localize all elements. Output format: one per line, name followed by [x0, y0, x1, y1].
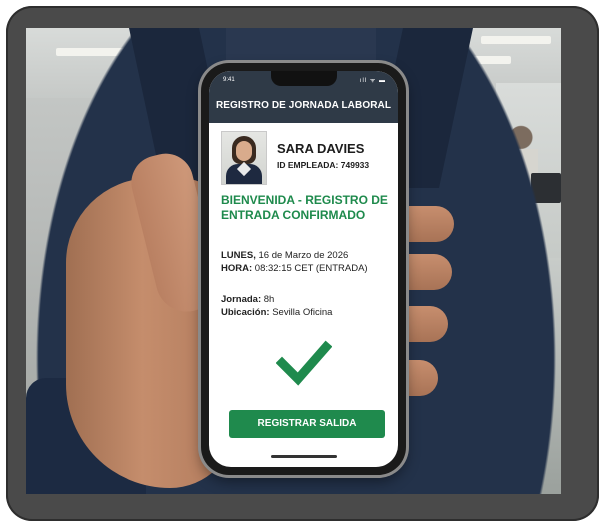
date-label: LUNES, [221, 250, 256, 261]
photo-scene: 9:41 ıll ᯤ ▬ REGISTRO DE JORNADA LABORAL… [26, 28, 561, 494]
date-row: LUNES, 16 de Marzo de 2026 [221, 249, 393, 262]
employee-profile: SARA DAVIES ID EMPLEADA: 749933 [221, 131, 391, 185]
check-icon [276, 340, 332, 386]
time-value: 08:32:15 CET (ENTRADA) [254, 263, 368, 274]
shift-row: Jornada: 8h [221, 293, 391, 306]
home-indicator[interactable] [271, 455, 337, 458]
status-time: 9:41 [223, 77, 235, 83]
location-label: Ubicación: [221, 307, 270, 318]
shift-value: 8h [263, 294, 275, 305]
checkout-button[interactable]: REGISTRAR SALIDA [229, 410, 385, 438]
avatar [221, 131, 267, 185]
confirmation-line-1: BIENVENIDA - REGISTRO DE [221, 193, 388, 207]
shift-label: Jornada: [221, 294, 262, 305]
time-row: HORA: 08:32:15 CET (ENTRADA) [221, 262, 393, 275]
date-value: 16 de Marzo de 2026 [258, 250, 349, 261]
phone-notch [271, 71, 337, 86]
shift-info: Jornada: 8h Ubicación: Sevilla Oficina [221, 293, 391, 319]
app-header: REGISTRO DE JORNADA LABORAL [209, 95, 398, 123]
employee-id: ID EMPLEADA: 749933 [277, 160, 369, 170]
location-value: Sevilla Oficina [272, 307, 333, 318]
time-label: HORA: [221, 263, 253, 274]
employee-id-value: 749933 [340, 160, 370, 170]
location-row: Ubicación: Sevilla Oficina [221, 306, 391, 319]
signal-wifi-battery-icon: ıll ᯤ ▬ [359, 78, 386, 84]
employee-name: SARA DAVIES [277, 141, 365, 156]
checkin-datetime: LUNES, 16 de Marzo de 2026 HORA: 08:32:1… [221, 249, 393, 275]
employee-id-label: ID EMPLEADA: [277, 160, 339, 170]
confirmation-message: BIENVENIDA - REGISTRO DE ENTRADA CONFIRM… [221, 193, 391, 223]
image-frame: 9:41 ıll ᯤ ▬ REGISTRO DE JORNADA LABORAL… [6, 6, 599, 521]
status-bar: 9:41 ıll ᯤ ▬ [209, 71, 398, 95]
shirt [226, 28, 376, 68]
phone-screen: 9:41 ıll ᯤ ▬ REGISTRO DE JORNADA LABORAL… [209, 71, 398, 467]
confirmation-line-2: ENTRADA CONFIRMADO [221, 208, 366, 222]
smartphone: 9:41 ıll ᯤ ▬ REGISTRO DE JORNADA LABORAL… [201, 63, 406, 475]
